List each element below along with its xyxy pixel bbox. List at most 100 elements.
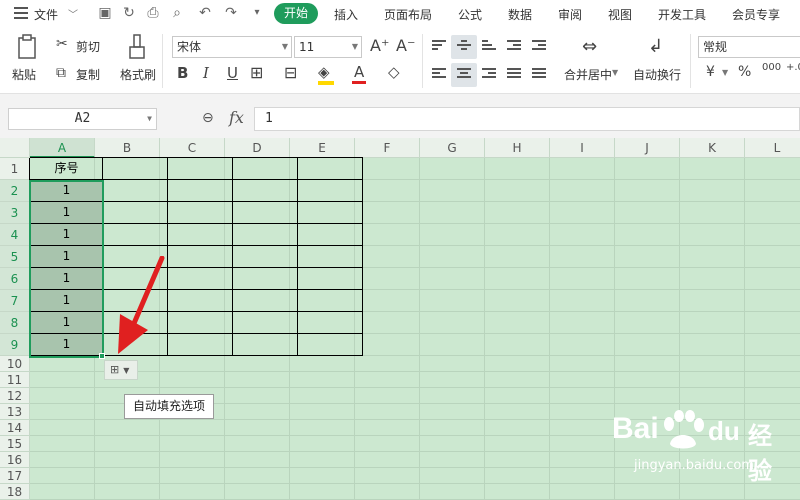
align-left-icon[interactable]: [432, 68, 446, 80]
currency-button[interactable]: ¥: [706, 64, 715, 80]
paste-icon[interactable]: [16, 34, 40, 60]
row-header-11[interactable]: 11: [0, 372, 30, 388]
paste-button[interactable]: 粘贴: [12, 66, 36, 83]
increase-decimal-icon[interactable]: +.0: [786, 62, 800, 73]
cell-a1-header[interactable]: 序号: [30, 158, 103, 179]
fill-handle[interactable]: [99, 353, 105, 359]
row-header-5[interactable]: 5: [0, 246, 30, 268]
column-header-j[interactable]: J: [615, 138, 680, 158]
italic-icon[interactable]: I: [203, 64, 209, 82]
column-header-l[interactable]: L: [745, 138, 800, 158]
decrease-indent-icon[interactable]: [507, 40, 521, 52]
align-bottom-icon[interactable]: [482, 40, 496, 52]
row-header-13[interactable]: 13: [0, 404, 30, 420]
format-painter-button[interactable]: 格式刷: [120, 66, 156, 83]
auto-fill-options-button[interactable]: ⊞ ▼: [104, 360, 138, 380]
increase-font-icon[interactable]: A⁺: [370, 36, 389, 55]
row-header-18[interactable]: 18: [0, 484, 30, 500]
column-header-h[interactable]: H: [485, 138, 550, 158]
row-header-16[interactable]: 16: [0, 452, 30, 468]
row-header-14[interactable]: 14: [0, 420, 30, 436]
justify-icon[interactable]: [507, 68, 521, 80]
column-header-g[interactable]: G: [420, 138, 485, 158]
fill-color-icon[interactable]: ◈: [318, 63, 330, 81]
tab-data[interactable]: 数据: [508, 6, 532, 23]
border-icon[interactable]: ⊞: [250, 63, 263, 82]
wrap-text-button[interactable]: 自动换行: [633, 66, 681, 83]
align-center-icon[interactable]: [457, 68, 471, 80]
cell-style-icon[interactable]: ⊟: [284, 63, 297, 82]
row-header-17[interactable]: 17: [0, 468, 30, 484]
save-icon[interactable]: ▣: [96, 4, 114, 22]
percent-button[interactable]: %: [738, 64, 751, 80]
column-header-c[interactable]: C: [160, 138, 225, 158]
align-middle-icon[interactable]: [457, 40, 471, 52]
select-all-corner[interactable]: [0, 138, 30, 158]
zoom-icon[interactable]: ⊖: [202, 110, 214, 126]
font-name-select[interactable]: 宋体 ▼: [172, 36, 292, 58]
chevron-down-icon[interactable]: ▼: [612, 68, 618, 77]
spreadsheet-grid[interactable]: ABCDEFGHIJKL 1 2 3 4 5 6 7 8 9 10 11 12 13 14 15 16 17 18…: [0, 138, 800, 500]
font-color-icon[interactable]: A: [354, 63, 364, 81]
increase-indent-icon[interactable]: [532, 40, 546, 52]
thousands-separator-icon[interactable]: 000: [762, 62, 781, 73]
scissors-icon[interactable]: ✂: [56, 36, 68, 52]
underline-icon[interactable]: U: [227, 64, 238, 82]
print-preview-icon[interactable]: ⌕: [168, 4, 186, 22]
row-header-9[interactable]: 9: [0, 334, 30, 356]
fx-icon[interactable]: fx: [229, 108, 244, 127]
tab-review[interactable]: 审阅: [558, 6, 582, 23]
column-header-e[interactable]: E: [290, 138, 355, 158]
chevron-down-icon[interactable]: ▼: [722, 68, 728, 77]
menu-icon[interactable]: [14, 7, 28, 19]
column-header-k[interactable]: K: [680, 138, 745, 158]
font-size-select[interactable]: 11 ▼: [294, 36, 362, 58]
formula-input[interactable]: 1: [254, 107, 800, 131]
row-header-4[interactable]: 4: [0, 224, 30, 246]
row-header-1[interactable]: 1: [0, 158, 30, 180]
row-header-10[interactable]: 10: [0, 356, 30, 372]
align-top-icon[interactable]: [432, 40, 446, 52]
chevron-down-icon[interactable]: ﹀: [68, 6, 78, 21]
number-format-select[interactable]: 常规: [698, 36, 800, 58]
column-header-a[interactable]: A: [30, 138, 95, 158]
tab-home[interactable]: 开始: [274, 3, 318, 24]
row-header-12[interactable]: 12: [0, 388, 30, 404]
tab-member[interactable]: 会员专享: [732, 6, 780, 23]
row-header-7[interactable]: 7: [0, 290, 30, 312]
print-icon[interactable]: ⎙: [144, 4, 162, 22]
tab-formulas[interactable]: 公式: [458, 6, 482, 23]
column-header-i[interactable]: I: [550, 138, 615, 158]
brush-icon[interactable]: [128, 34, 146, 60]
decrease-font-icon[interactable]: A⁻: [396, 36, 415, 55]
name-box[interactable]: A2 ▼: [8, 108, 157, 130]
gridline-vertical: [419, 158, 420, 500]
column-header-d[interactable]: D: [225, 138, 290, 158]
tab-developer[interactable]: 开发工具: [658, 6, 706, 23]
more-icon[interactable]: ▾: [248, 4, 266, 22]
bold-icon[interactable]: B: [177, 64, 188, 82]
undo-icon[interactable]: ↶: [196, 4, 214, 22]
copy-icon[interactable]: ⧉: [56, 65, 66, 81]
merge-cells-icon[interactable]: ⇔: [582, 36, 597, 57]
copy-button[interactable]: 复制: [76, 66, 100, 83]
redo-icon[interactable]: ↷: [222, 4, 240, 22]
row-header-6[interactable]: 6: [0, 268, 30, 290]
tab-insert[interactable]: 插入: [334, 6, 358, 23]
distributed-icon[interactable]: [532, 68, 546, 80]
row-header-3[interactable]: 3: [0, 202, 30, 224]
file-menu[interactable]: 文件: [34, 6, 58, 23]
column-header-b[interactable]: B: [95, 138, 160, 158]
tab-page-layout[interactable]: 页面布局: [384, 6, 432, 23]
cut-button[interactable]: 剪切: [76, 38, 100, 55]
align-right-icon[interactable]: [482, 68, 496, 80]
column-header-f[interactable]: F: [355, 138, 420, 158]
share-icon[interactable]: ↻: [120, 4, 138, 22]
row-header-2[interactable]: 2: [0, 180, 30, 202]
tab-view[interactable]: 视图: [608, 6, 632, 23]
row-header-15[interactable]: 15: [0, 436, 30, 452]
merge-center-button[interactable]: 合并居中: [564, 66, 612, 83]
row-header-8[interactable]: 8: [0, 312, 30, 334]
wrap-text-icon[interactable]: ↲: [648, 36, 663, 57]
clear-format-icon[interactable]: ◇: [388, 63, 400, 81]
